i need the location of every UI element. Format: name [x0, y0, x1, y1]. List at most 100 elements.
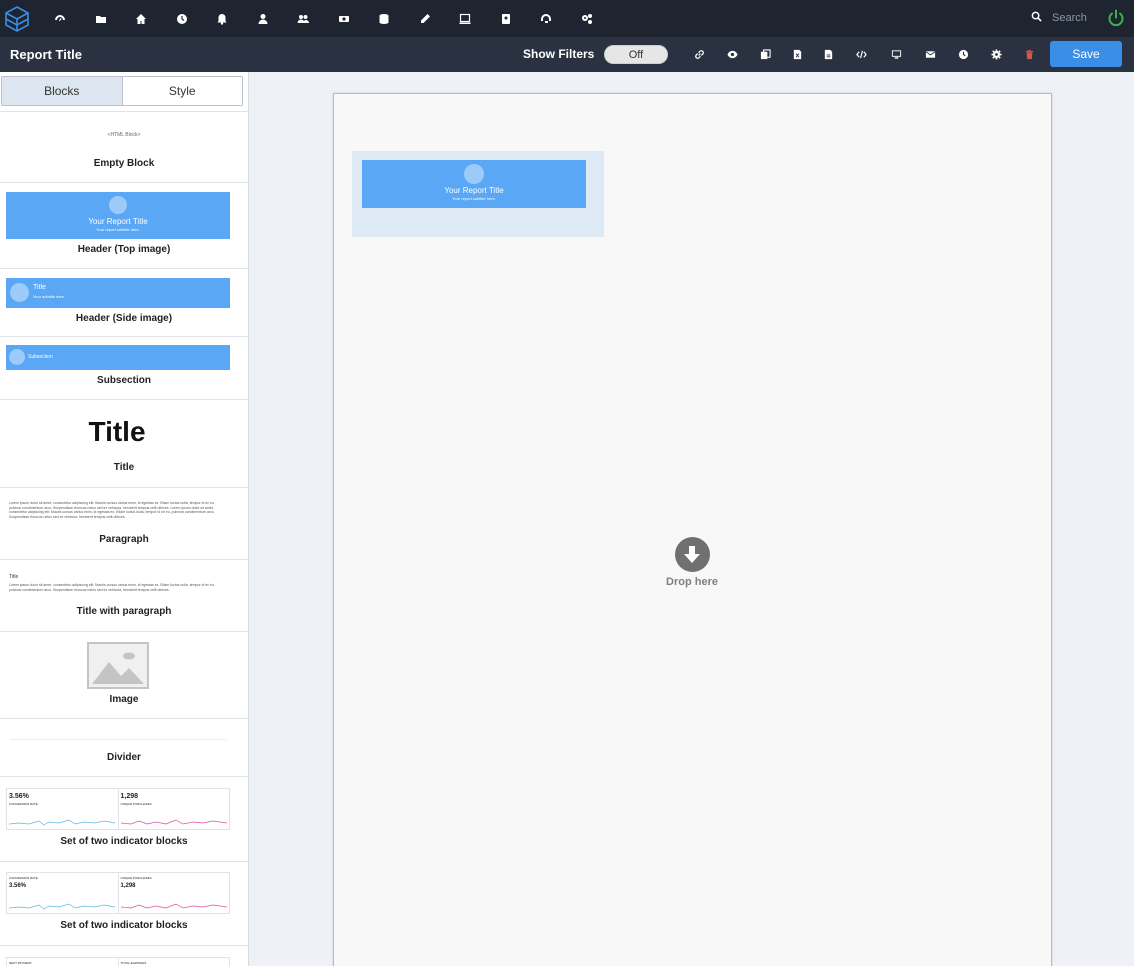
schedule-clock-icon[interactable]	[956, 47, 970, 61]
preview-title: Title	[9, 574, 19, 580]
block-header-side[interactable]: Title Your subtitle here. Header (Side i…	[0, 269, 248, 337]
search-input[interactable]: Search	[1052, 12, 1087, 24]
group-icon[interactable]	[324, 0, 365, 37]
indicators-preview: 3.56% CONVERSION RATE 1,298 UNIQUE PURCH…	[6, 788, 230, 830]
indicator-card: CONVERSION RATE 3.56%	[7, 873, 119, 913]
clock-icon[interactable]	[162, 0, 203, 37]
indicator-label: UNIQUE PURCHASES	[120, 802, 152, 806]
show-filters-toggle[interactable]: Off	[604, 45, 668, 64]
desktop-icon[interactable]	[889, 47, 903, 61]
header-top-preview: Your Report Title Your report subtitle h…	[6, 192, 230, 239]
laptop-icon[interactable]	[445, 0, 486, 37]
sparkline-pink	[120, 819, 227, 825]
cogs-icon[interactable]	[567, 0, 608, 37]
preview-subtitle: Your report subtitle here.	[96, 227, 140, 232]
copy-icon[interactable]	[758, 47, 772, 61]
indicator-value: 3.56%	[9, 883, 27, 889]
folder-icon[interactable]	[81, 0, 122, 37]
indicators-preview: NEXT PAYMENT TOTAL EARNINGS	[6, 957, 230, 966]
envelope-icon[interactable]	[923, 47, 937, 61]
user-icon[interactable]	[243, 0, 284, 37]
gear-icon[interactable]	[989, 47, 1003, 61]
dashboard-icon[interactable]	[40, 0, 81, 37]
drop-label: Drop here	[666, 576, 718, 588]
block-empty[interactable]: <HTML Block> Empty Block	[0, 112, 248, 183]
image-placeholder-icon	[87, 642, 149, 689]
block-label: Title	[113, 462, 135, 473]
title-preview: Title	[88, 416, 146, 447]
drop-zone[interactable]: Drop here	[660, 537, 724, 588]
link-icon[interactable]	[692, 47, 706, 61]
blocks-list: <HTML Block> Empty Block Your Report Tit…	[0, 111, 248, 966]
paragraph-preview: Lorem ipsum dolor sit amet, consectetur …	[9, 583, 215, 592]
logo-icon[interactable]	[2, 4, 32, 34]
block-title-paragraph[interactable]: Title Lorem ipsum dolor sit amet, consec…	[0, 560, 248, 632]
camera-icon	[109, 196, 127, 214]
tab-blocks[interactable]: Blocks	[2, 77, 123, 105]
block-header-top[interactable]: Your Report Title Your report subtitle h…	[0, 183, 248, 269]
placed-title: Your Report Title	[444, 186, 504, 195]
block-label: Subsection	[97, 375, 151, 386]
indicator-label: CONVERSION RATE	[9, 802, 38, 806]
database-icon[interactable]	[364, 0, 405, 37]
top-nav: Search	[0, 0, 1134, 37]
sparkline-blue	[9, 903, 115, 910]
sidebar-tabs: Blocks Style	[1, 76, 243, 106]
block-indicators-1[interactable]: 3.56% CONVERSION RATE 1,298 UNIQUE PURCH…	[0, 777, 248, 862]
search-box[interactable]: Search	[1031, 11, 1087, 25]
block-label: Set of two indicator blocks	[60, 836, 188, 847]
indicator-label: TOTAL EARNINGS	[120, 961, 147, 965]
power-icon[interactable]	[1107, 9, 1125, 27]
trash-icon[interactable]	[1022, 47, 1036, 61]
pdf-file-icon[interactable]	[821, 47, 835, 61]
excel-file-icon[interactable]	[790, 47, 804, 61]
indicator-value: 3.56%	[9, 793, 29, 800]
block-title[interactable]: Title Title	[0, 400, 248, 488]
report-toolbar: Report Title Show Filters Off	[0, 37, 1134, 72]
preview-subtitle: Your subtitle here.	[33, 294, 66, 299]
indicator-value: 1,298	[120, 793, 139, 800]
block-paragraph[interactable]: Lorem ipsum dolor sit amet, consectetur …	[0, 488, 248, 560]
preview-title: Your Report Title	[88, 217, 148, 226]
users-icon[interactable]	[283, 0, 324, 37]
divider-preview	[10, 739, 226, 740]
indicator-label: NEXT PAYMENT	[7, 958, 119, 966]
block-divider[interactable]: Divider	[0, 719, 248, 777]
html-block-preview: <HTML Block>	[107, 132, 141, 138]
bell-icon[interactable]	[202, 0, 243, 37]
contacts-icon[interactable]	[486, 0, 527, 37]
pencil-icon[interactable]	[405, 0, 446, 37]
camera-icon	[9, 349, 25, 365]
subsection-preview: Subsection	[6, 345, 230, 370]
save-button[interactable]: Save	[1050, 41, 1122, 67]
blocks-sidebar: Blocks Style <HTML Block> Empty Block Yo…	[0, 72, 249, 966]
block-image[interactable]: Image	[0, 632, 248, 719]
block-label: Paragraph	[99, 534, 149, 545]
camera-icon	[10, 283, 29, 302]
indicators-preview: CONVERSION RATE 3.56% UNIQUE PURCHASES 1…	[6, 872, 230, 914]
preview-title: Title	[33, 284, 46, 291]
home-icon[interactable]	[121, 0, 162, 37]
block-label: Title with paragraph	[76, 606, 172, 617]
block-subsection[interactable]: Subsection Subsection	[0, 337, 248, 400]
preview-title: Subsection	[28, 354, 53, 360]
tab-style[interactable]: Style	[123, 77, 243, 105]
indicator-card: 1,298 UNIQUE PURCHASES	[119, 789, 230, 829]
block-indicators-3[interactable]: NEXT PAYMENT TOTAL EARNINGS	[0, 946, 248, 966]
sparkline-pink	[120, 903, 227, 909]
header-side-preview: Title Your subtitle here.	[6, 278, 230, 308]
report-title[interactable]: Report Title	[10, 47, 82, 62]
show-filters-label: Show Filters	[523, 47, 595, 61]
block-label: Header (Side image)	[75, 313, 173, 324]
eye-icon[interactable]	[725, 47, 739, 61]
placed-header[interactable]: Your Report Title Your report subtitle h…	[362, 160, 586, 208]
toggle-state: Off	[628, 48, 644, 61]
block-label: Image	[109, 694, 139, 705]
code-icon[interactable]	[854, 47, 868, 61]
indicator-value: 1,298	[120, 883, 136, 889]
placed-subtitle: Your report subtitle here.	[452, 196, 496, 201]
indicator-label: CONVERSION RATE	[9, 876, 38, 880]
block-indicators-2[interactable]: CONVERSION RATE 3.56% UNIQUE PURCHASES 1…	[0, 862, 248, 946]
indicator-label: UNIQUE PURCHASES	[120, 876, 152, 880]
support-icon[interactable]	[526, 0, 567, 37]
